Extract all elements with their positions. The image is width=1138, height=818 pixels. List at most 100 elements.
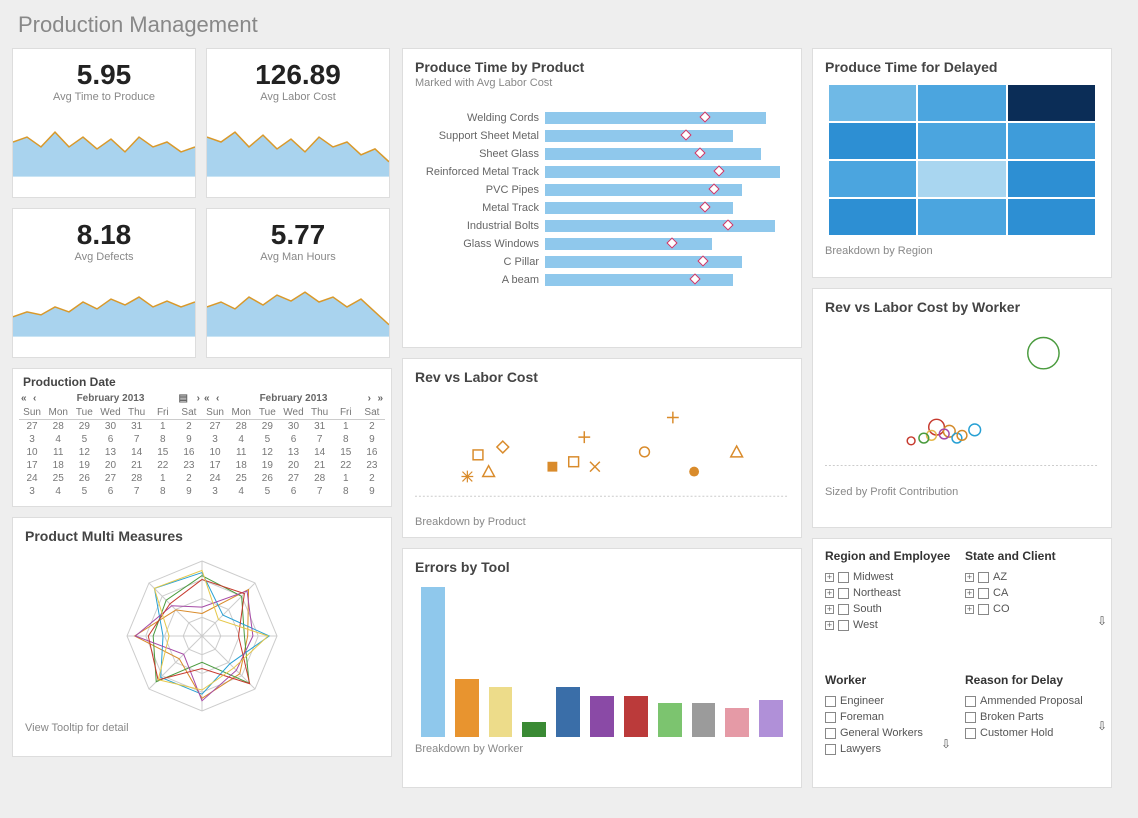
calendar-right[interactable]: SunMonTueWedThuFriSat2728293031123456789… [202,406,385,498]
error-bar[interactable] [556,687,580,737]
calendar-day[interactable]: 26 [71,472,97,485]
hbar-row[interactable]: C Pillar [415,253,789,271]
error-bar[interactable] [522,722,546,737]
calendar-day[interactable]: 7 [124,433,150,446]
calendar-day[interactable]: 1 [150,472,176,485]
filter-item[interactable]: Customer Hold [965,725,1095,741]
calendar-prev-single-2[interactable]: ‹ [216,393,219,404]
calendar-day[interactable]: 3 [19,485,45,498]
calendar-day[interactable]: 6 [97,485,123,498]
heatmap-cell[interactable] [1008,161,1095,197]
error-bar[interactable] [725,708,749,737]
error-bar[interactable] [692,703,716,737]
checkbox-icon[interactable] [838,588,849,599]
calendar-day[interactable]: 16 [359,446,385,459]
calendar-day[interactable]: 17 [19,459,45,472]
calendar-day[interactable]: 27 [280,472,306,485]
calendar-prev-fast[interactable]: « [21,393,27,404]
calendar-day[interactable]: 13 [280,446,306,459]
hbar-row[interactable]: Glass Windows [415,235,789,253]
checkbox-icon[interactable] [825,744,836,755]
calendar-day[interactable]: 2 [359,472,385,485]
calendar-day[interactable]: 21 [307,459,333,472]
checkbox-icon[interactable] [965,728,976,739]
heatmap-cell[interactable] [918,85,1005,121]
calendar-left[interactable]: SunMonTueWedThuFriSat2728293031123456789… [19,406,202,498]
calendar-day[interactable]: 5 [254,485,280,498]
error-bar[interactable] [489,687,513,737]
kpi-card[interactable]: 8.18Avg Defects [12,208,196,358]
calendar-day[interactable]: 15 [333,446,359,459]
calendar-day[interactable]: 10 [19,446,45,459]
calendar-day[interactable]: 20 [97,459,123,472]
calendar-day[interactable]: 22 [150,459,176,472]
bubble-point[interactable] [969,424,981,436]
hbar-row[interactable]: Welding Cords [415,109,789,127]
calendar-day[interactable]: 17 [202,459,228,472]
errors-bar-chart[interactable] [415,577,789,737]
calendar-day[interactable]: 5 [71,433,97,446]
calendar-next-2[interactable]: » [377,393,383,404]
hbar-row[interactable]: Support Sheet Metal [415,127,789,145]
calendar-day[interactable]: 8 [333,433,359,446]
checkbox-icon[interactable] [978,572,989,583]
calendar-day[interactable]: 30 [97,420,123,434]
filter-item[interactable]: +South [825,601,955,617]
rev-vs-labor-scatter[interactable] [415,387,789,507]
calendar-day[interactable]: 29 [71,420,97,434]
kpi-card[interactable]: 5.77Avg Man Hours [206,208,390,358]
calendar-day[interactable]: 31 [124,420,150,434]
error-bar[interactable] [590,696,614,737]
calendar-day[interactable]: 2 [176,420,202,434]
error-bar[interactable] [455,679,479,737]
hbar-row[interactable]: Sheet Glass [415,145,789,163]
expand-icon[interactable]: + [965,589,974,598]
bubble-chart[interactable] [825,317,1099,477]
calendar-day[interactable]: 7 [307,485,333,498]
calendar-day[interactable]: 11 [45,446,71,459]
heatmap-cell[interactable] [918,123,1005,159]
calendar-day[interactable]: 15 [150,446,176,459]
calendar-day[interactable]: 25 [45,472,71,485]
calendar-day[interactable]: 4 [45,433,71,446]
calendar-day[interactable]: 1 [150,420,176,434]
calendar-day[interactable]: 16 [176,446,202,459]
calendar-day[interactable]: 25 [228,472,254,485]
calendar-day[interactable]: 9 [359,433,385,446]
checkbox-icon[interactable] [965,712,976,723]
calendar-day[interactable]: 6 [280,433,306,446]
hbar-row[interactable]: PVC Pipes [415,181,789,199]
calendar-day[interactable]: 28 [307,472,333,485]
expand-icon[interactable]: + [825,605,834,614]
calendar-day[interactable]: 7 [307,433,333,446]
calendar-day[interactable]: 24 [202,472,228,485]
filter-item[interactable]: Foreman [825,709,955,725]
calendar-day[interactable]: 14 [124,446,150,459]
calendar-day[interactable]: 4 [228,433,254,446]
error-bar[interactable] [421,587,445,737]
calendar-day[interactable]: 3 [202,433,228,446]
filter-item[interactable]: Ammended Proposal [965,693,1095,709]
checkbox-icon[interactable] [825,696,836,707]
calendar-range-icon[interactable]: ▤ [179,393,188,404]
bubble-point[interactable] [929,419,945,435]
hbar-row[interactable]: Industrial Bolts [415,217,789,235]
calendar-day[interactable]: 23 [176,459,202,472]
filter-item[interactable]: General Workers [825,725,955,741]
calendar-day[interactable]: 3 [202,485,228,498]
production-date-picker[interactable]: Production Date « ‹ February 2013 ▤ › Su… [12,368,392,507]
calendar-day[interactable]: 29 [254,420,280,434]
filter-item[interactable]: +CO [965,601,1095,617]
error-bar[interactable] [624,696,648,737]
calendar-day[interactable]: 18 [228,459,254,472]
hbar-row[interactable]: A beam [415,271,789,289]
checkbox-icon[interactable] [965,696,976,707]
calendar-day[interactable]: 19 [71,459,97,472]
calendar-day[interactable]: 8 [333,485,359,498]
calendar-day[interactable]: 9 [176,485,202,498]
hbar-row[interactable]: Reinforced Metal Track [415,163,789,181]
scroll-down-icon[interactable]: ⇩ [1097,719,1107,733]
calendar-day[interactable]: 11 [228,446,254,459]
calendar-day[interactable]: 4 [45,485,71,498]
calendar-day[interactable]: 31 [307,420,333,434]
